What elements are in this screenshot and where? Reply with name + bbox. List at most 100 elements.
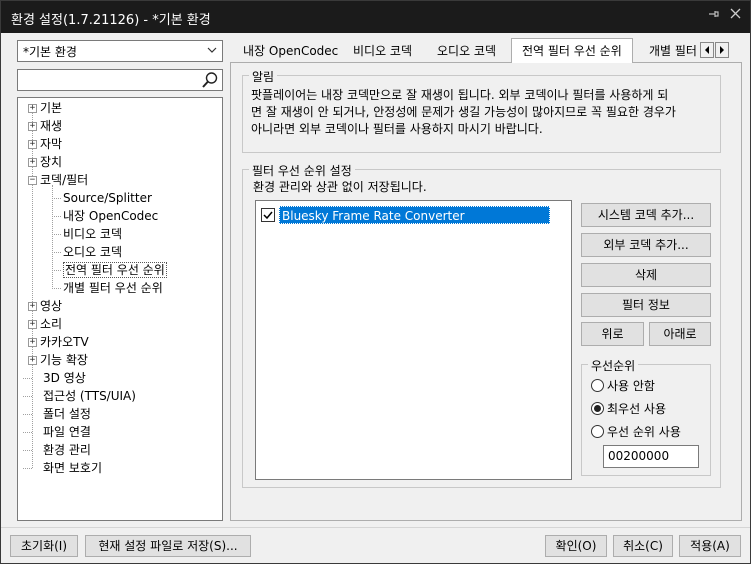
expand-icon[interactable]: + — [28, 356, 37, 365]
filter-priority-description: 환경 관리와 상관 없이 저장됩니다. — [253, 180, 427, 194]
tree-item[interactable]: 개별 필터 우선 순위 — [52, 279, 163, 297]
tree-item[interactable]: − 코덱/필터 — [28, 171, 88, 189]
list-item[interactable]: Bluesky Frame Rate Converter — [260, 206, 550, 224]
tree-connector — [23, 450, 32, 451]
move-up-button[interactable]: 위로 — [581, 322, 644, 346]
notice-line-3: 아니라면 외부 코덱이나 필터를 사용하지 마시기 바랍니다. — [251, 122, 543, 136]
tree-item-label: 장치 — [40, 155, 63, 169]
close-icon[interactable] — [730, 8, 741, 23]
tree-item-label: 파일 연결 — [43, 425, 91, 439]
tree-item-label: 영상 — [40, 299, 63, 313]
delete-button[interactable]: 삭제 — [581, 263, 711, 287]
tab-item[interactable]: 전역 필터 우선 순위 — [511, 38, 633, 63]
chevron-down-icon — [207, 42, 217, 61]
tree-connector — [23, 468, 32, 469]
settings-search[interactable] — [17, 69, 223, 91]
save-current-settings-button[interactable]: 현재 설정 파일로 저장(S)... — [85, 535, 251, 557]
tree-item[interactable]: + 장치 — [28, 153, 62, 171]
expand-icon[interactable]: + — [28, 302, 37, 311]
tree-item[interactable]: 3D 영상 — [18, 369, 86, 387]
tree-item[interactable]: + 소리 — [28, 315, 62, 333]
tree-item[interactable]: 접근성 (TTS/UIA) — [18, 387, 136, 405]
add-system-codec-button[interactable]: 시스템 코덱 추가... — [581, 203, 711, 227]
reset-button[interactable]: 초기화(I) — [10, 535, 78, 557]
tab-item[interactable]: 개별 필터 — [639, 41, 707, 62]
tree-item-label: 3D 영상 — [43, 371, 86, 385]
radio-label: 사용 안함 — [607, 379, 655, 393]
pin-icon[interactable] — [708, 8, 720, 24]
tree-item-label: Source/Splitter — [63, 191, 152, 205]
tree-item[interactable]: 파일 연결 — [18, 423, 91, 441]
tree-item[interactable]: 전역 필터 우선 순위 — [52, 261, 167, 279]
priority-option-highest[interactable]: 최우선 사용 — [591, 400, 666, 418]
settings-window: 환경 설정(1.7.21126) - *기본 환경 *기본 환경 + 기본 + 재생 +… — [0, 0, 751, 564]
settings-tree[interactable]: + 기본 + 재생 + 자막 + 장치 − 코덱/필터 Source/Splitter 내장 Open… — [17, 97, 223, 521]
tree-item-label: 소리 — [40, 317, 63, 331]
tree-item-label: 화면 보호기 — [43, 461, 103, 475]
apply-button[interactable]: 적용(A) — [679, 535, 741, 557]
tab-item[interactable]: 내장 OpenCodec — [233, 41, 348, 62]
tree-item-label: 환경 관리 — [43, 443, 91, 457]
cancel-button[interactable]: 취소(C) — [613, 535, 673, 557]
notice-title: 알림 — [249, 68, 278, 85]
tree-item-label: 폴더 설정 — [43, 407, 91, 421]
expand-icon[interactable]: + — [28, 338, 37, 347]
tree-item-label: 전역 필터 우선 순위 — [63, 262, 167, 278]
tree-item[interactable]: + 기본 — [28, 99, 62, 117]
radio-button[interactable] — [591, 425, 604, 438]
search-icon[interactable] — [201, 71, 219, 92]
notice-line-1: 팟플레이어는 내장 코덱만으로 잘 재생이 됩니다. 외부 코덱이나 필터를 사… — [251, 88, 669, 102]
radio-button[interactable] — [591, 379, 604, 392]
expand-icon[interactable]: + — [28, 104, 37, 113]
title-bar[interactable]: 환경 설정(1.7.21126) - *기본 환경 — [1, 1, 750, 33]
tree-item[interactable]: Source/Splitter — [52, 189, 152, 207]
tree-item[interactable]: 내장 OpenCodec — [52, 207, 158, 225]
expand-icon[interactable]: + — [28, 122, 37, 131]
tree-connector — [52, 216, 61, 217]
expand-icon[interactable]: + — [28, 140, 37, 149]
radio-label: 최우선 사용 — [607, 402, 667, 416]
collapse-icon[interactable]: − — [28, 176, 37, 185]
tree-item[interactable]: + 재생 — [28, 117, 62, 135]
filter-info-button[interactable]: 필터 정보 — [581, 293, 711, 317]
filter-priority-title: 필터 우선 순위 설정 — [249, 162, 355, 179]
ok-button[interactable]: 확인(O) — [545, 535, 607, 557]
tree-item-label: 오디오 코덱 — [63, 245, 123, 259]
priority-option-custom[interactable]: 우선 순위 사용 — [591, 423, 681, 441]
tab-item[interactable]: 오디오 코덱 — [427, 41, 506, 62]
tree-item[interactable]: 오디오 코덱 — [52, 243, 123, 261]
tab-scroll-left-button[interactable] — [700, 42, 714, 58]
tree-item[interactable]: + 기능 확장 — [28, 351, 88, 369]
add-external-codec-button[interactable]: 외부 코덱 추가... — [581, 233, 711, 257]
priority-value-input[interactable]: 00200000 — [603, 445, 699, 468]
expand-icon[interactable]: + — [28, 320, 37, 329]
tab-strip: 내장 OpenCodec 비디오 코덱 오디오 코덱 전역 필터 우선 순위 개별 필터 — [230, 38, 742, 63]
preset-value: *기본 환경 — [23, 45, 77, 59]
priority-option-none[interactable]: 사용 안함 — [591, 377, 655, 395]
tree-item[interactable]: + 영상 — [28, 297, 62, 315]
search-input[interactable] — [21, 71, 201, 89]
tree-connector — [23, 414, 32, 415]
tree-connector — [52, 185, 53, 289]
radio-button[interactable] — [591, 402, 604, 415]
tree-item[interactable]: 화면 보호기 — [18, 459, 102, 477]
tree-item-label: 기능 확장 — [40, 353, 88, 367]
tree-item[interactable]: + 카카오TV — [28, 333, 89, 351]
move-down-button[interactable]: 아래로 — [649, 322, 711, 346]
tree-item[interactable]: + 자막 — [28, 135, 62, 153]
tree-item-label: 개별 필터 우선 순위 — [63, 281, 163, 295]
tab-scroll-right-button[interactable] — [715, 42, 729, 58]
tab-item[interactable]: 비디오 코덱 — [343, 41, 422, 62]
filter-item-label[interactable]: Bluesky Frame Rate Converter — [279, 206, 550, 224]
tree-item[interactable]: 폴더 설정 — [18, 405, 91, 423]
tree-connector — [52, 288, 61, 289]
footer-divider — [1, 527, 750, 528]
tree-item[interactable]: 환경 관리 — [18, 441, 91, 459]
expand-icon[interactable]: + — [28, 158, 37, 167]
window-title: 환경 설정(1.7.21126) - *기본 환경 — [11, 13, 211, 28]
filter-enabled-checkbox[interactable] — [261, 208, 275, 222]
preset-dropdown[interactable]: *기본 환경 — [17, 40, 223, 62]
tree-item[interactable]: 비디오 코덱 — [52, 225, 122, 243]
filter-list[interactable]: Bluesky Frame Rate Converter — [255, 200, 572, 480]
priority-title: 우선순위 — [588, 357, 639, 374]
